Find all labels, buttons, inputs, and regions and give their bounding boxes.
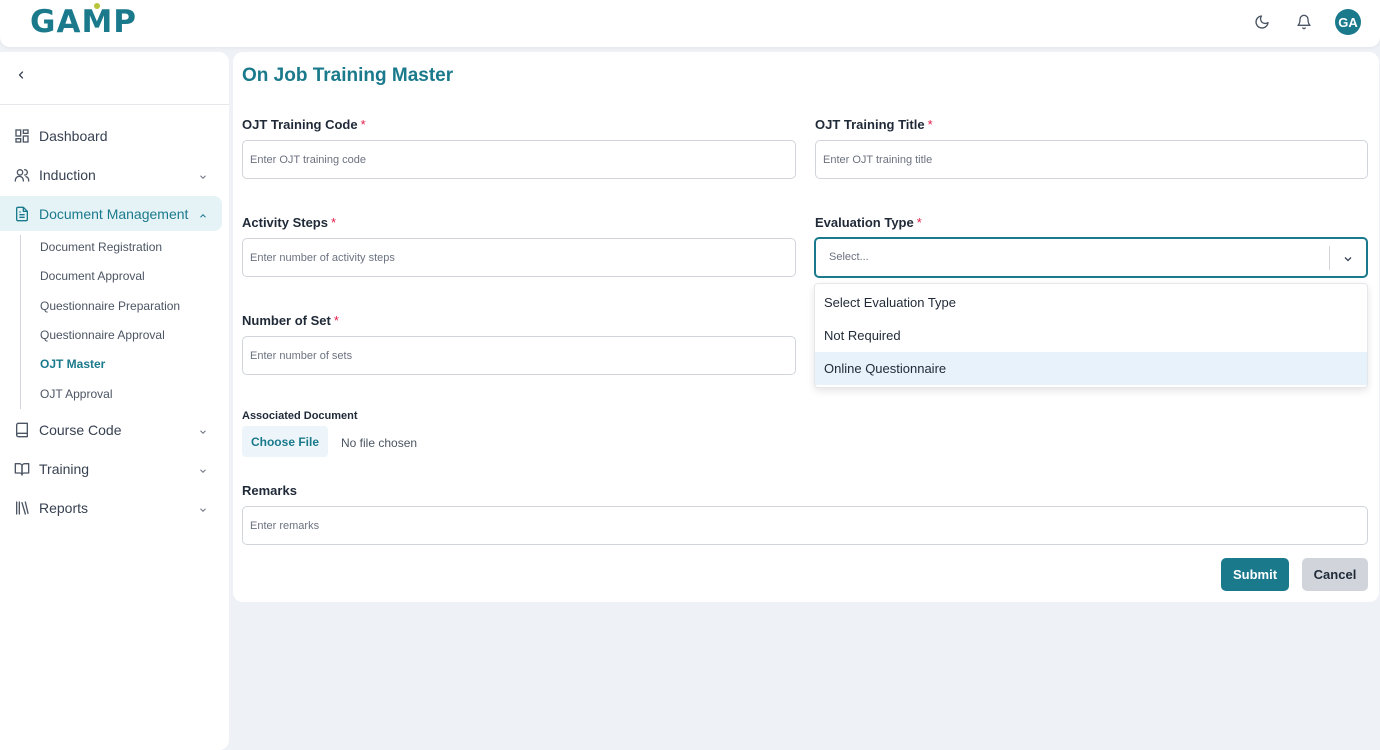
number-of-set-label: Number of Set *: [242, 313, 339, 328]
activity-steps-label: Activity Steps *: [242, 215, 337, 230]
sidebar: Dashboard Induction Document Management …: [0, 52, 229, 750]
sidebar-item-induction[interactable]: Induction: [0, 157, 222, 192]
sidebar-item-label: Document Management: [39, 205, 189, 222]
training-code-input[interactable]: [242, 140, 796, 179]
sidebar-subitem-questionnaire-approval[interactable]: Questionnaire Approval: [40, 328, 165, 342]
choose-file-button[interactable]: Choose File: [242, 426, 328, 457]
file-status: No file chosen: [341, 436, 418, 450]
dropdown-option[interactable]: Select Evaluation Type: [815, 286, 1367, 319]
chevron-up-icon: [198, 208, 208, 218]
number-of-set-input[interactable]: [242, 336, 796, 375]
document-icon: [13, 205, 31, 223]
sidebar-item-training[interactable]: Training: [0, 451, 222, 486]
submit-button[interactable]: Submit: [1221, 558, 1289, 591]
cancel-button[interactable]: Cancel: [1302, 558, 1368, 591]
chevron-down-icon: [198, 424, 208, 434]
activity-steps-input[interactable]: [242, 238, 796, 277]
sidebar-subitem-ojt-master[interactable]: OJT Master: [40, 357, 105, 371]
sidebar-item-reports[interactable]: Reports: [0, 490, 222, 525]
sidebar-subitem-document-registration[interactable]: Document Registration: [40, 240, 162, 254]
bell-icon[interactable]: [1293, 11, 1315, 33]
dropdown-option[interactable]: Not Required: [815, 319, 1367, 352]
associated-document-label: Associated Document: [242, 410, 358, 422]
training-code-label: OJT Training Code *: [242, 117, 366, 132]
chevron-down-icon: [198, 502, 208, 512]
moon-icon[interactable]: [1251, 11, 1273, 33]
sidebar-subitem-document-approval[interactable]: Document Approval: [40, 269, 145, 283]
library-icon: [13, 499, 31, 517]
chevron-down-icon: [198, 463, 208, 473]
chevron-down-icon: [198, 169, 208, 179]
users-icon: [13, 166, 31, 184]
sidebar-item-course-code[interactable]: Course Code: [0, 412, 222, 447]
sidebar-item-dashboard[interactable]: Dashboard: [0, 118, 222, 153]
app-logo[interactable]: GAMP: [30, 3, 137, 40]
sidebar-subitem-ojt-approval[interactable]: OJT Approval: [40, 387, 112, 401]
evaluation-type-dropdown: Select Evaluation Type Not Required Onli…: [814, 283, 1368, 388]
sidebar-item-label: Course Code: [39, 421, 122, 438]
submenu-guide-line: [20, 235, 21, 409]
training-title-label: OJT Training Title *: [815, 117, 933, 132]
evaluation-type-select[interactable]: Select...: [814, 237, 1368, 278]
page-title: On Job Training Master: [242, 65, 454, 86]
sidebar-item-document-management[interactable]: Document Management: [0, 196, 222, 231]
sidebar-item-label: Reports: [39, 499, 89, 516]
form-panel: On Job Training Master OJT Training Code…: [233, 52, 1379, 602]
sidebar-item-label: Dashboard: [39, 127, 108, 144]
book-icon: [13, 421, 31, 439]
dashboard-icon: [13, 127, 31, 145]
chevron-down-icon[interactable]: [1342, 252, 1354, 264]
top-actions: GA: [1251, 9, 1361, 35]
top-bar: GAMP GA: [0, 0, 1380, 47]
training-title-input[interactable]: [815, 140, 1368, 179]
sidebar-divider: [0, 104, 229, 105]
select-separator: [1329, 246, 1330, 270]
collapse-sidebar-icon[interactable]: [15, 68, 29, 82]
remarks-input[interactable]: [242, 506, 1368, 545]
sidebar-item-label: Induction: [39, 166, 96, 183]
remarks-label: Remarks: [242, 483, 297, 498]
open-book-icon: [13, 460, 31, 478]
evaluation-type-label: Evaluation Type *: [815, 215, 922, 230]
user-avatar[interactable]: GA: [1335, 9, 1361, 35]
sidebar-subitem-questionnaire-preparation[interactable]: Questionnaire Preparation: [40, 299, 180, 313]
dropdown-option[interactable]: Online Questionnaire: [815, 352, 1367, 385]
sidebar-item-label: Training: [39, 460, 90, 477]
evaluation-type-value: Select...: [829, 251, 869, 263]
